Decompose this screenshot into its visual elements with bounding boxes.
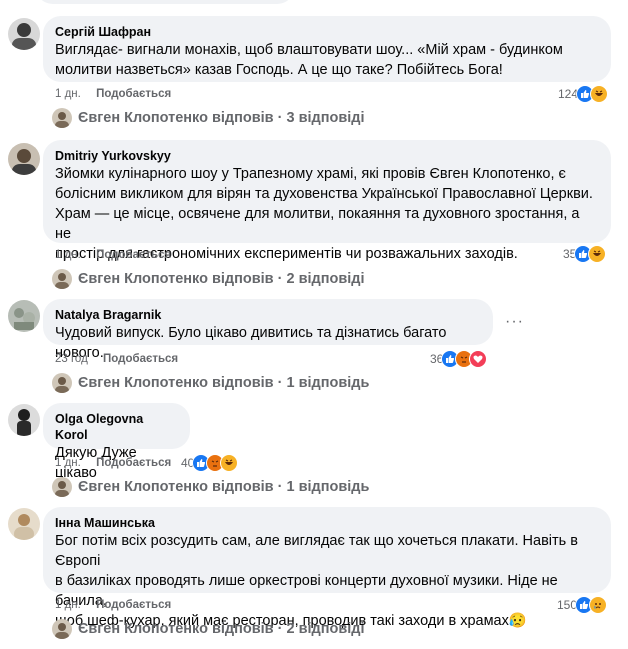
comment-meta: 23 год Подобається (55, 352, 178, 366)
comment-author[interactable]: Інна Машинська (55, 515, 599, 531)
comment-bubble: Natalya Bragarnik Чудовий випуск. Було ц… (43, 299, 493, 361)
comment-bubble: Інна Машинська Бог потім всіх розсудить … (43, 507, 611, 629)
avatar[interactable] (8, 508, 40, 540)
comment-meta: 1 дн. Подобається (55, 456, 171, 470)
comment-text-line: Храм — це місце, освячене для молитви, п… (55, 206, 580, 242)
comment-meta: 1 дн. Подобається (55, 87, 171, 101)
comment-bubble: Сергій Шафран Виглядає- вигнали монахів,… (43, 16, 611, 82)
comment-author[interactable]: Olga Olegovna Korol (55, 411, 178, 443)
view-replies-link[interactable]: Євген Клопотенко відповів · 2 відповіді (52, 269, 365, 289)
avatar[interactable] (8, 18, 40, 50)
reply-author-avatar (52, 477, 72, 497)
reaction-summary[interactable]: 124 (558, 85, 609, 103)
comment-bubble: Dmitriy Yurkovskyy Зйомки кулінарного шо… (43, 140, 611, 262)
reaction-summary[interactable]: 36 (430, 350, 488, 368)
reaction-count: 124 (558, 87, 579, 101)
reply-summary-text: Євген Клопотенко відповів · 2 відповіді (78, 271, 365, 287)
more-options-icon[interactable]: ··· (505, 313, 524, 331)
previous-comment-bubble-edge (35, 0, 295, 4)
reply-author-avatar (52, 269, 72, 289)
comment-time[interactable]: 1 дн. (55, 599, 81, 611)
view-replies-link[interactable]: Євген Клопотенко відповів · 3 відповіді (52, 108, 365, 128)
avatar[interactable] (8, 404, 40, 436)
haha-icon (590, 85, 609, 103)
reply-summary-text: Євген Клопотенко відповів · 1 відповідь (78, 375, 370, 391)
haha-icon (220, 454, 239, 472)
reply-author-avatar (52, 108, 72, 128)
comment-meta: 1 дн. Подобається (55, 598, 171, 612)
view-replies-link[interactable]: Євген Клопотенко відповів · 1 відповідь (52, 477, 369, 497)
like-action-button[interactable]: Подобається (96, 457, 171, 469)
avatar[interactable] (8, 143, 40, 175)
comment-time[interactable]: 23 год (55, 353, 88, 365)
love-icon (469, 350, 488, 368)
avatar[interactable] (8, 300, 40, 332)
haha-icon (588, 245, 607, 263)
reaction-summary[interactable]: 150 (557, 596, 608, 614)
like-action-button[interactable]: Подобається (96, 249, 171, 261)
reply-author-avatar (52, 373, 72, 393)
reply-summary-text: Євген Клопотенко відповів · 2 відповіді (78, 621, 365, 637)
reaction-summary[interactable]: 35 (563, 245, 607, 263)
comment-text-line: Зйомки кулінарного шоу у Трапезному храм… (55, 166, 566, 182)
comment-author[interactable]: Natalya Bragarnik (55, 307, 481, 323)
like-action-button[interactable]: Подобається (96, 599, 171, 611)
like-action-button[interactable]: Подобається (103, 353, 178, 365)
reply-author-avatar (52, 619, 72, 639)
comment-time[interactable]: 1 дн. (55, 457, 81, 469)
comment-text-line: Бог потім всіх розсудить сам, але вигляд… (55, 533, 578, 569)
reply-summary-text: Євген Клопотенко відповів · 1 відповідь (78, 479, 370, 495)
comment-time[interactable]: 1 дн. (55, 88, 81, 100)
comment-text-line: молитви назветься» казав Господь. А це щ… (55, 62, 503, 78)
comment-text-line: Виглядає- вигнали монахів, щоб влаштовув… (55, 42, 563, 58)
view-replies-link[interactable]: Євген Клопотенко відповів · 1 відповідь (52, 373, 369, 393)
sad-icon (589, 596, 608, 614)
reply-summary-text: Євген Клопотенко відповів · 3 відповіді (78, 110, 365, 126)
comment-meta: 1 дн. Подобається (55, 248, 171, 262)
comment-text-line: болісним викликом для вірян та духовенст… (55, 186, 593, 202)
like-action-button[interactable]: Подобається (96, 88, 171, 100)
comment-bubble: Olga Olegovna Korol Дякую Дуже цікаво (43, 403, 190, 481)
reaction-summary[interactable]: 40 (181, 454, 239, 472)
reaction-count: 150 (557, 598, 578, 612)
comment-time[interactable]: 1 дн. (55, 249, 81, 261)
comment-author[interactable]: Dmitriy Yurkovskyy (55, 148, 599, 164)
comment-author[interactable]: Сергій Шафран (55, 24, 599, 40)
view-replies-link[interactable]: Євген Клопотенко відповів · 2 відповіді (52, 619, 365, 639)
